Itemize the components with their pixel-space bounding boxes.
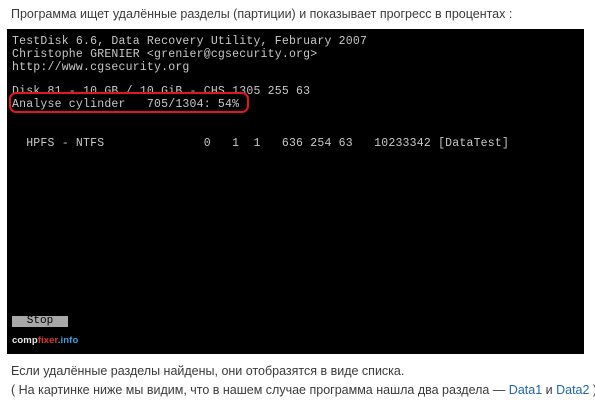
terminal-partition-row: HPFS - NTFS 0 1 1 636 254 63 10233342 [D… bbox=[12, 137, 510, 150]
footer-text-line1: Если удалённые разделы найдены, они отоб… bbox=[11, 364, 405, 378]
watermark-part-info: .info bbox=[57, 335, 79, 346]
terminal-title-line: TestDisk 6.6, Data Recovery Utility, Feb… bbox=[12, 35, 368, 48]
footer-line2-suffix: ) bbox=[589, 383, 595, 397]
watermark-part-comp: comp bbox=[12, 335, 38, 346]
footer-line2-prefix: ( На картинке ниже мы видим, что в нашем… bbox=[11, 383, 509, 397]
data1-link[interactable]: Data1 bbox=[509, 383, 542, 397]
data2-link[interactable]: Data2 bbox=[556, 383, 589, 397]
compfixer-watermark: compfixer.info bbox=[12, 335, 78, 347]
intro-caption: Программа ищет удалённые разделы (партиц… bbox=[11, 7, 513, 21]
testdisk-terminal-screenshot: TestDisk 6.6, Data Recovery Utility, Feb… bbox=[7, 29, 584, 354]
stop-button[interactable]: Stop bbox=[12, 316, 68, 327]
footer-text-line2: ( На картинке ниже мы видим, что в нашем… bbox=[11, 382, 595, 398]
progress-highlight-annotation bbox=[9, 92, 249, 113]
terminal-website-line: http://www.cgsecurity.org bbox=[12, 61, 190, 74]
watermark-part-fixer: fixer bbox=[37, 335, 58, 346]
terminal-author-line: Christophe GRENIER <grenier@cgsecurity.o… bbox=[12, 48, 318, 61]
footer-line2-mid: и bbox=[542, 383, 557, 397]
